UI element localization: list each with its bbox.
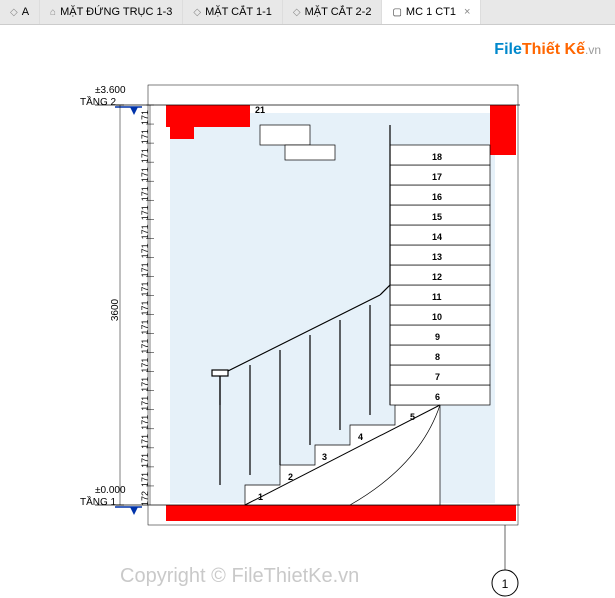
svg-text:171: 171 (140, 377, 150, 392)
svg-text:171: 171 (140, 320, 150, 335)
elevation-icon: ⌂ (50, 7, 56, 18)
svg-text:3600: 3600 (110, 298, 121, 321)
dim-overall-height: 3600 (110, 105, 124, 505)
tab-mc1-ct1[interactable]: ▢ MC 1 CT1 × (382, 0, 481, 24)
watermark-copyright: Copyright © FileThietKe.vn (120, 565, 359, 588)
section-icon: ◇ (193, 7, 201, 18)
svg-text:3: 3 (322, 452, 327, 462)
svg-text:18: 18 (432, 152, 442, 162)
tab-label: MẶT CẮT 2-2 (305, 6, 372, 18)
svg-text:7: 7 (435, 372, 440, 382)
section-icon: ◇ (293, 7, 301, 18)
svg-text:14: 14 (432, 232, 442, 242)
svg-text:171: 171 (140, 281, 150, 296)
svg-text:8: 8 (435, 352, 440, 362)
svg-text:172: 172 (140, 491, 150, 506)
svg-text:17: 17 (432, 172, 442, 182)
svg-text:171: 171 (140, 129, 150, 144)
tab-section-1-1[interactable]: ◇ MẶT CẮT 1-1 (183, 0, 283, 24)
svg-text:4: 4 (358, 432, 363, 442)
svg-text:171: 171 (140, 148, 150, 163)
svg-text:171: 171 (140, 358, 150, 373)
svg-text:11: 11 (432, 292, 442, 302)
svg-text:TẦNG 1: TẦNG 1 (80, 495, 117, 508)
tab-label: MC 1 CT1 (406, 6, 456, 18)
svg-text:TẦNG 2: TẦNG 2 (80, 95, 117, 108)
svg-text:171: 171 (140, 167, 150, 182)
view-icon: ◇ (10, 7, 18, 18)
svg-text:171: 171 (140, 186, 150, 201)
svg-text:16: 16 (432, 192, 442, 202)
tab-label: MẶT CẮT 1-1 (205, 6, 272, 18)
svg-text:171: 171 (140, 396, 150, 411)
svg-text:171: 171 (140, 472, 150, 487)
grid-bubble-1: 1 (492, 525, 518, 596)
level-marker-tang1: ±0.000 TẦNG 1 (80, 485, 142, 515)
tab-label: MẶT ĐỨNG TRỤC 1-3 (60, 6, 172, 18)
svg-text:171: 171 (140, 339, 150, 354)
svg-text:12: 12 (432, 272, 442, 282)
svg-text:171: 171 (140, 300, 150, 315)
tab-label: A (22, 6, 29, 18)
svg-text:6: 6 (435, 392, 440, 402)
close-icon[interactable]: × (464, 6, 470, 18)
svg-text:13: 13 (432, 252, 442, 262)
svg-text:±3.600: ±3.600 (95, 85, 126, 96)
svg-text:171: 171 (140, 224, 150, 239)
svg-text:171: 171 (140, 205, 150, 220)
svg-text:171: 171 (140, 415, 150, 430)
svg-text:1: 1 (258, 492, 263, 502)
svg-text:171: 171 (140, 243, 150, 258)
tab-a[interactable]: ◇ A (0, 0, 40, 24)
tab-section-2-2[interactable]: ◇ MẶT CẮT 2-2 (283, 0, 383, 24)
stair-section-drawing: ±3.600 TẦNG 2 ±0.000 TẦNG 1 3600 (0, 25, 615, 598)
level-marker-tang2: ±3.600 TẦNG 2 (80, 85, 142, 115)
drawing-canvas[interactable]: FileThiết Kế.vn ±3.600 TẦNG 2 ±0.000 TẦN… (0, 25, 615, 598)
svg-text:171: 171 (140, 262, 150, 277)
svg-text:171: 171 (140, 110, 150, 125)
svg-text:9: 9 (435, 332, 440, 342)
svg-text:2: 2 (288, 472, 293, 482)
svg-text:1: 1 (502, 577, 509, 591)
svg-text:±0.000: ±0.000 (95, 485, 126, 496)
drawing-tabs: ◇ A ⌂ MẶT ĐỨNG TRỤC 1-3 ◇ MẶT CẮT 1-1 ◇ … (0, 0, 615, 25)
svg-text:5: 5 (410, 412, 415, 422)
svg-text:10: 10 (432, 312, 442, 322)
callout-icon: ▢ (392, 7, 401, 18)
svg-text:15: 15 (432, 212, 442, 222)
svg-text:171: 171 (140, 453, 150, 468)
svg-text:21: 21 (255, 105, 265, 115)
svg-text:171: 171 (140, 434, 150, 449)
tab-elevation-1-3[interactable]: ⌂ MẶT ĐỨNG TRỤC 1-3 (40, 0, 183, 24)
